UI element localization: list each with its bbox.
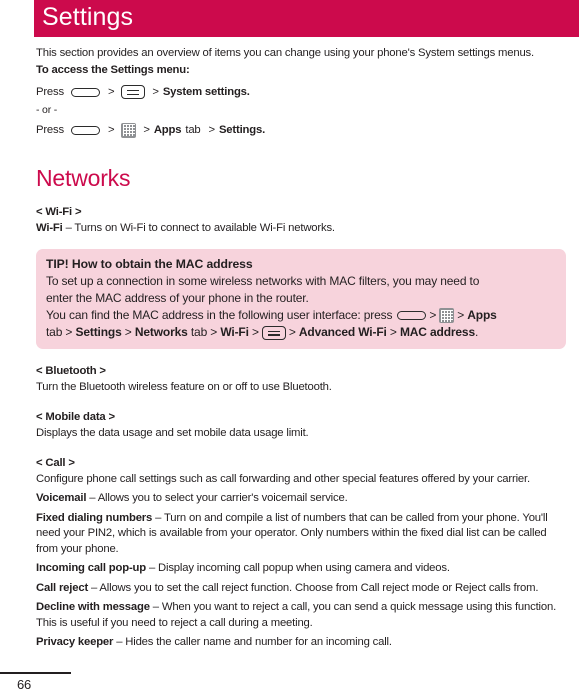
- call-setting-item: Voicemail – Allows you to select your ca…: [36, 487, 568, 507]
- tip-title: TIP! How to obtain the MAC address: [46, 257, 253, 271]
- separator-3: >: [107, 124, 115, 136]
- intro-paragraph: This section provides an overview of ite…: [36, 47, 534, 59]
- tip-mac-address-label: MAC address: [399, 325, 475, 339]
- call-setting-term: Incoming call pop-up: [36, 562, 146, 574]
- tip-settings-label: Settings: [75, 325, 122, 339]
- menu-key-icon: [261, 325, 286, 340]
- tip-wifi-label: Wi-Fi: [220, 325, 249, 339]
- call-setting-item: Fixed dialing numbers – Turn on and comp…: [36, 507, 568, 558]
- access-step-1: Press > > System settings.: [36, 82, 568, 102]
- wifi-tag: < Wi-Fi >: [36, 206, 82, 218]
- tip-box: TIP! How to obtain the MAC address To se…: [36, 249, 566, 349]
- mobile-data-description: Displays the data usage and set mobile d…: [36, 426, 309, 439]
- apps-grid-icon: [439, 308, 455, 324]
- page-footer: 66: [0, 672, 110, 692]
- call-tag: < Call >: [36, 457, 75, 469]
- tip-line-4: tab > Settings > Networks tab > Wi-Fi > >…: [46, 324, 556, 341]
- separator-4: >: [143, 124, 150, 136]
- page-content: This section provides an overview of ite…: [36, 37, 568, 651]
- call-setting-text: – Hides the caller name and number for a…: [113, 636, 392, 648]
- tip-line-3: You can find the MAC address in the foll…: [46, 307, 556, 324]
- tip-sep-5: >: [288, 325, 296, 339]
- bluetooth-tag: < Bluetooth >: [36, 365, 106, 377]
- tab-word-1: tab: [185, 124, 201, 136]
- call-setting-item: Decline with message – When you want to …: [36, 596, 568, 631]
- tip-sep-4: >: [251, 325, 259, 339]
- wifi-description: Wi-Fi – Turns on Wi-Fi to connect to ava…: [36, 221, 568, 237]
- call-setting-item: Call reject – Allows you to set the call…: [36, 577, 568, 597]
- call-setting-term: Voicemail: [36, 492, 87, 504]
- page-number: 66: [17, 677, 32, 692]
- tip-sep-3: >: [124, 325, 132, 339]
- access-menu-label: To access the Settings menu:: [36, 63, 190, 76]
- bluetooth-description: Turn the Bluetooth wireless feature on o…: [36, 380, 332, 393]
- page-header-bar: Settings: [34, 0, 579, 37]
- tip-line-1: To set up a connection in some wireless …: [46, 274, 480, 288]
- tip-line-2: enter the MAC address of your phone in t…: [46, 291, 309, 305]
- tip-sep-1: >: [429, 308, 437, 322]
- home-key-icon: [70, 87, 100, 97]
- press-word-2: Press: [36, 124, 64, 136]
- apps-grid-icon: [121, 122, 137, 138]
- mobile-data-tag: < Mobile data >: [36, 411, 115, 423]
- tip-period: .: [474, 325, 479, 339]
- separator-5: >: [208, 124, 216, 136]
- networks-heading: Networks: [36, 165, 131, 191]
- or-divider-text: - or -: [36, 104, 58, 116]
- call-description: Configure phone call settings such as ca…: [36, 472, 530, 485]
- tip-line-3-prefix: You can find the MAC address in the foll…: [46, 308, 393, 322]
- call-setting-text: – Allows you to select your carrier's vo…: [86, 492, 348, 504]
- tip-sep-6: >: [389, 325, 397, 339]
- tip-sep-2: >: [457, 308, 465, 322]
- access-step-2: Press > > Apps tab > Settings.: [36, 120, 568, 140]
- apps-label: Apps: [153, 124, 182, 136]
- home-key-icon: [397, 311, 427, 321]
- call-setting-term: Privacy keeper: [36, 636, 114, 648]
- settings-target: Settings.: [218, 124, 266, 136]
- tip-advanced-wifi-label: Advanced Wi-Fi: [298, 325, 387, 339]
- call-setting-text: – Display incoming call popup when using…: [146, 562, 450, 574]
- call-setting-text: – Allows you to set the call reject func…: [88, 581, 539, 594]
- page-title: Settings: [42, 3, 134, 31]
- wifi-description-text: – Turns on Wi-Fi to connect to available…: [62, 221, 335, 234]
- wifi-term: Wi-Fi: [36, 221, 63, 234]
- system-settings-target: System settings.: [162, 86, 250, 98]
- separator-1: >: [107, 86, 115, 98]
- tip-tab-word-1: tab >: [46, 325, 73, 339]
- call-setting-item: Privacy keeper – Hides the caller name a…: [36, 631, 568, 651]
- call-setting-term: Fixed dialing numbers: [36, 511, 153, 524]
- menu-key-icon: [121, 85, 146, 99]
- call-setting-term: Call reject: [36, 581, 89, 594]
- tip-networks-label: Networks: [134, 325, 188, 339]
- separator-2: >: [152, 86, 159, 98]
- call-setting-term: Decline with message: [36, 601, 150, 613]
- call-setting-item: Incoming call pop-up – Display incoming …: [36, 557, 568, 577]
- tip-apps-label: Apps: [467, 308, 497, 322]
- home-key-icon: [70, 125, 100, 135]
- press-word-1: Press: [36, 86, 64, 98]
- tip-tab-word-2: tab >: [190, 325, 218, 339]
